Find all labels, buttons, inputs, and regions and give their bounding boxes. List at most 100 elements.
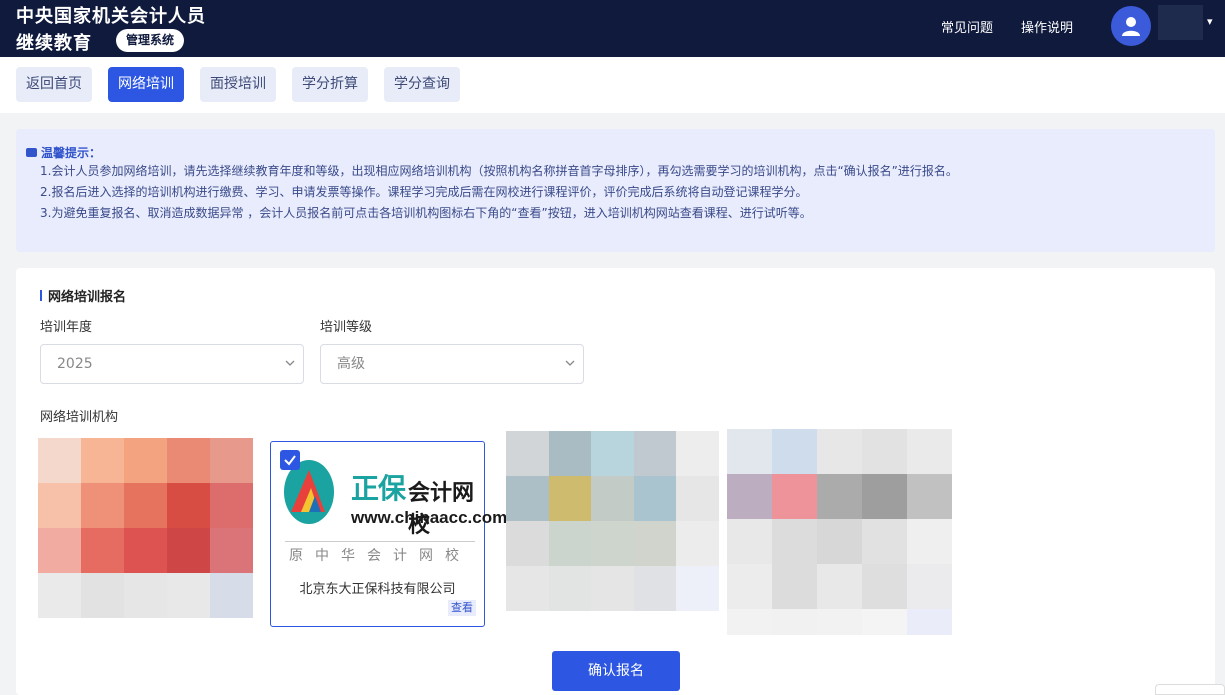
brand-subtitle: 继续教育 <box>16 29 92 55</box>
year-value: 2025 <box>57 356 93 372</box>
corner-widget[interactable] <box>1155 684 1225 695</box>
org-logo-tile <box>124 528 167 573</box>
org-logo-tile <box>772 429 817 474</box>
org-logo-tile <box>210 483 253 528</box>
org-logo-tile <box>38 528 81 573</box>
org-logo-tile <box>676 431 719 476</box>
org-card-chinaacc[interactable]: 正保 会计网校 www.chinaacc.com 原中华会计网校 北京东大正保科… <box>270 441 485 627</box>
org-logo-tile <box>907 609 952 635</box>
org-logo-tile <box>772 609 817 635</box>
org-logo-tile <box>634 566 677 611</box>
org-logo-tile <box>907 429 952 474</box>
org-logo-tile <box>549 566 592 611</box>
org-logo-tile <box>81 573 124 618</box>
confirm-register-button[interactable]: 确认报名 <box>552 651 680 691</box>
avatar[interactable] <box>1111 6 1151 46</box>
org-card-4[interactable] <box>727 429 952 635</box>
org-logo-tile <box>772 474 817 519</box>
org-name: 北京东大正保科技有限公司 <box>271 578 484 597</box>
level-select[interactable]: 高级 <box>320 344 584 384</box>
org-logo-tile <box>727 429 772 474</box>
org-logo-tile <box>124 573 167 618</box>
org-logo-tile <box>907 474 952 519</box>
org-logo-tile <box>634 476 677 521</box>
logo-text-cn: 正保 <box>351 467 405 507</box>
org-logo-tile <box>862 429 907 474</box>
notice-panel: 温馨提示： 1.会计人员参加网络培训，请先选择继续教育年度和等级，出现相应网络培… <box>16 129 1215 252</box>
org-logo-tile <box>727 609 772 635</box>
tab-online-training[interactable]: 网络培训 <box>108 67 184 102</box>
brand-title: 中央国家机关会计人员 <box>16 2 206 28</box>
org-logo-tile <box>124 438 167 483</box>
org-logo-tile <box>907 564 952 609</box>
org-logo-tile <box>210 528 253 573</box>
org-logo-tile <box>676 521 719 566</box>
check-icon <box>283 453 297 467</box>
org-logo-tile <box>38 483 81 528</box>
org-logo-tile <box>210 573 253 618</box>
tab-home[interactable]: 返回首页 <box>16 67 92 102</box>
notice-heading: 温馨提示： <box>26 144 1205 161</box>
level-label: 培训等级 <box>320 316 372 335</box>
org-logo-tile <box>676 476 719 521</box>
org-logo-tile <box>591 431 634 476</box>
chinaacc-logo: 正保 会计网校 www.chinaacc.com <box>281 450 476 535</box>
org-logo-tile <box>591 566 634 611</box>
org-logo-tile <box>81 438 124 483</box>
org-logo-tile <box>210 438 253 483</box>
org-logo-tile <box>124 483 167 528</box>
chevron-down-icon[interactable]: ▾ <box>1207 15 1213 28</box>
org-logo-tile <box>862 519 907 564</box>
org-logo-tile <box>167 438 210 483</box>
org-logo-tile <box>549 521 592 566</box>
tab-onsite-training[interactable]: 面授培训 <box>200 67 276 102</box>
org-slogan: 原中华会计网校 <box>285 541 475 565</box>
org-logo-tile <box>907 519 952 564</box>
org-logo-tile <box>506 476 549 521</box>
view-button[interactable]: 查看 <box>448 600 476 616</box>
org-logo-tile <box>862 564 907 609</box>
org-logo-tile <box>38 438 81 483</box>
registration-card: 网络培训报名 培训年度 2025 培训等级 高级 网络培训机构 正保 会计网校 … <box>16 268 1215 695</box>
notice-line-2: 2.报名后进入选择的培训机构进行缴费、学习、申请发票等操作。课程学习完成后需在网… <box>40 182 1205 203</box>
org-logo-tile <box>727 564 772 609</box>
notice-title: 温馨提示： <box>41 144 101 161</box>
org-logo-tile <box>38 573 81 618</box>
org-logo-tile <box>167 528 210 573</box>
tab-credit-conversion[interactable]: 学分折算 <box>292 67 368 102</box>
logo-url: www.chinaacc.com <box>351 508 507 528</box>
checkbox-checked[interactable] <box>280 450 300 470</box>
message-icon <box>26 148 37 157</box>
org-logo-tile <box>167 483 210 528</box>
org-logo-tile <box>676 566 719 611</box>
year-select[interactable]: 2025 <box>40 344 304 384</box>
nav-tabs: 返回首页 网络培训 面授培训 学分折算 学分查询 <box>0 57 1225 113</box>
logo-text-cn2: 会计网校 <box>408 475 476 539</box>
org-card-1[interactable] <box>38 438 253 638</box>
org-logo-tile <box>817 564 862 609</box>
top-header: 中央国家机关会计人员 继续教育 管理系统 常见问题 操作说明 ▾ <box>0 0 1225 57</box>
faq-link[interactable]: 常见问题 <box>941 17 993 36</box>
title-bar <box>40 290 42 301</box>
org-logo-tile <box>862 609 907 635</box>
org-logo-tile <box>506 521 549 566</box>
org-card-3[interactable] <box>506 431 719 625</box>
orgs-label: 网络培训机构 <box>40 406 118 425</box>
org-logo-tile <box>817 429 862 474</box>
chevron-down-icon <box>285 358 295 368</box>
org-logo-tile <box>549 431 592 476</box>
username-box[interactable] <box>1158 5 1203 40</box>
notice-line-1: 1.会计人员参加网络培训，请先选择继续教育年度和等级，出现相应网络培训机构（按照… <box>40 161 1205 182</box>
year-label: 培训年度 <box>40 316 92 335</box>
tab-credit-query[interactable]: 学分查询 <box>384 67 460 102</box>
org-logo-tile <box>591 521 634 566</box>
section-title: 网络培训报名 <box>40 286 126 305</box>
level-value: 高级 <box>337 356 365 372</box>
org-logo-tile <box>817 519 862 564</box>
org-logo-tile <box>634 521 677 566</box>
org-logo-tile <box>727 474 772 519</box>
section-title-text: 网络培训报名 <box>48 286 126 305</box>
org-logo-tile <box>81 528 124 573</box>
instructions-link[interactable]: 操作说明 <box>1021 17 1073 36</box>
org-logo-tile <box>817 474 862 519</box>
